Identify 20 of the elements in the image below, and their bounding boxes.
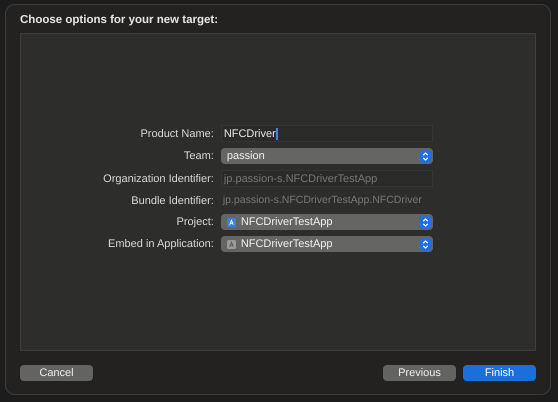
app-icon bbox=[226, 240, 236, 248]
push-button[interactable]: Previous bbox=[383, 365, 456, 381]
blueprint-icon bbox=[226, 218, 236, 226]
popup-button[interactable]: passion bbox=[220, 148, 433, 164]
field-value: jp.passion-s.NFCDriverTestApp.NFCDriver bbox=[222, 193, 423, 208]
push-button[interactable]: Cancel bbox=[20, 365, 93, 381]
updown-chevron-icon bbox=[420, 238, 431, 250]
updown-chevron-icon bbox=[420, 216, 431, 228]
updown-chevron-icon bbox=[420, 150, 431, 162]
popup-button[interactable]: NFCDriverTestApp bbox=[220, 214, 433, 230]
field-label: Product Name: bbox=[139, 128, 214, 140]
field-label: Bundle Identifier: bbox=[130, 194, 214, 206]
field-label: Team: bbox=[182, 150, 214, 162]
field-label: Project: bbox=[176, 216, 214, 228]
field-label: Embed in Application: bbox=[107, 238, 214, 250]
sheet-title: Choose options for your new target: bbox=[20, 13, 220, 28]
popup-button[interactable]: NFCDriverTestApp bbox=[220, 236, 433, 252]
default-button[interactable]: Finish bbox=[463, 365, 536, 381]
text-field[interactable]: NFCDriver bbox=[220, 125, 433, 142]
field-label: Organization Identifier: bbox=[103, 172, 214, 184]
